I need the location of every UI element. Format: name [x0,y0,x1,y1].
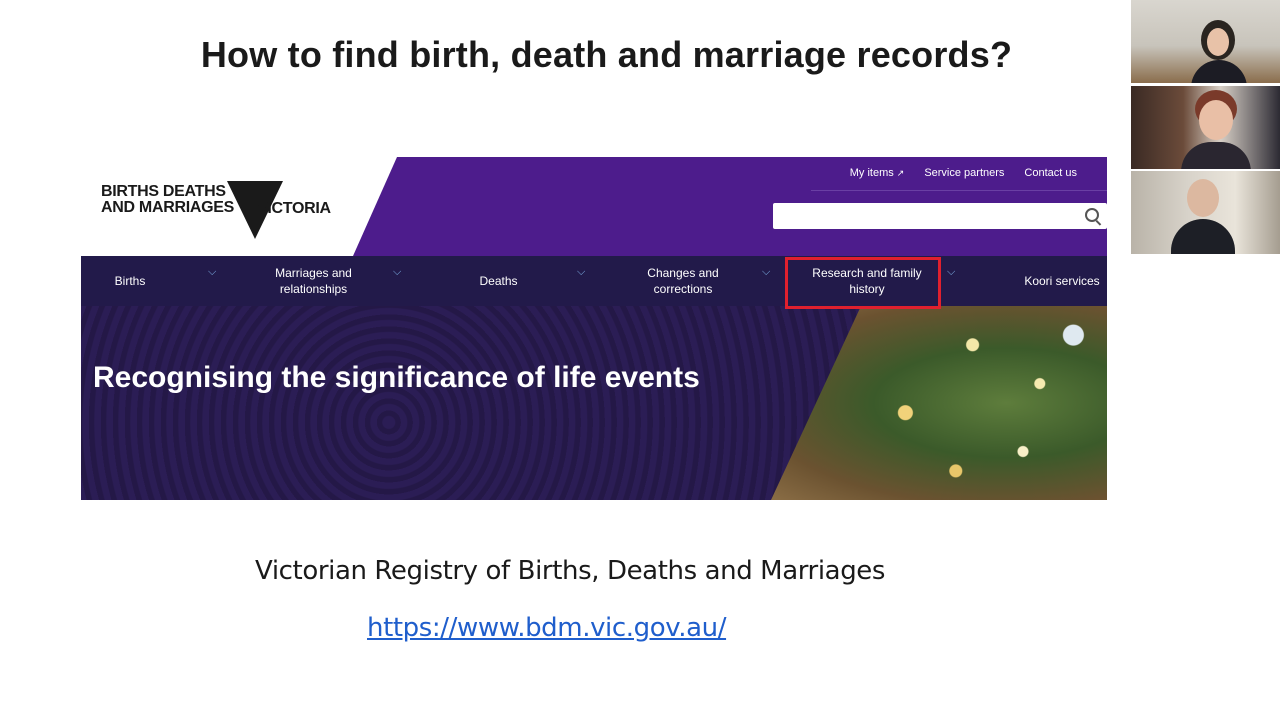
participant-body [1171,219,1235,254]
util-link-service-partners[interactable]: Service partners [924,167,1004,179]
participant-video-1[interactable] [1131,0,1280,83]
participant-video-3[interactable] [1131,171,1280,254]
util-link-contact-us[interactable]: Contact us [1024,167,1077,179]
chevron-down-icon[interactable]: ⌵ [947,266,955,279]
util-link-label: My items [849,167,894,179]
participant-body [1191,60,1247,83]
highlight-annotation [785,257,941,309]
nav-label: Changes and corrections [647,266,719,296]
utility-links: My items ↗ Service partners Contact us [850,167,1077,179]
logo-line-1: BIRTHS DEATHS [101,183,226,200]
participant-video-icon [1187,179,1219,217]
chevron-down-icon[interactable]: ⌵ [577,266,585,279]
nav-item-koori[interactable]: Koori services [1017,256,1107,306]
slide-title: How to find birth, death and marriage re… [200,34,1013,75]
search-icon[interactable] [1085,208,1099,222]
main-nav: Births ⌵ Marriages and relationships ⌵ D… [81,256,1107,306]
nav-item-births[interactable]: Births [81,256,179,306]
participant-body [1181,142,1251,169]
nav-label: Deaths [479,274,518,288]
nav-label: Koori services [1024,274,1100,288]
chevron-down-icon[interactable]: ⌵ [208,266,216,279]
utility-divider [811,190,1107,191]
participant-video-2[interactable] [1131,86,1280,169]
bdm-logo[interactable]: BIRTHS DEATHS AND MARRIAGES [101,184,234,216]
hero-heading: Recognising the significance of life eve… [93,361,700,394]
nav-label: Births [114,274,146,288]
logo-line-2: AND MARRIAGES [101,199,234,216]
website-screenshot: BIRTHS DEATHS AND MARRIAGES VICTORIA My … [81,157,1107,500]
participant-face [1207,28,1229,56]
external-link-icon: ↗ [896,167,905,178]
slide-caption: Victorian Registry of Births, Deaths and… [255,556,886,586]
logo-victoria: VICTORIA [257,200,331,217]
search-input[interactable] [773,203,1107,229]
chevron-down-icon[interactable]: ⌵ [393,266,401,279]
util-link-my-items[interactable]: My items ↗ [850,167,905,179]
chevron-down-icon[interactable]: ⌵ [762,266,770,279]
nav-item-marriages[interactable]: Marriages and relationships [251,256,376,306]
nav-item-deaths[interactable]: Deaths [441,256,556,306]
nav-item-changes[interactable]: Changes and corrections [628,256,738,306]
bdm-website-link[interactable]: https://www.bdm.vic.gov.au/ [367,613,726,643]
nav-label: Marriages and relationships [275,266,352,296]
participant-face [1199,100,1233,140]
